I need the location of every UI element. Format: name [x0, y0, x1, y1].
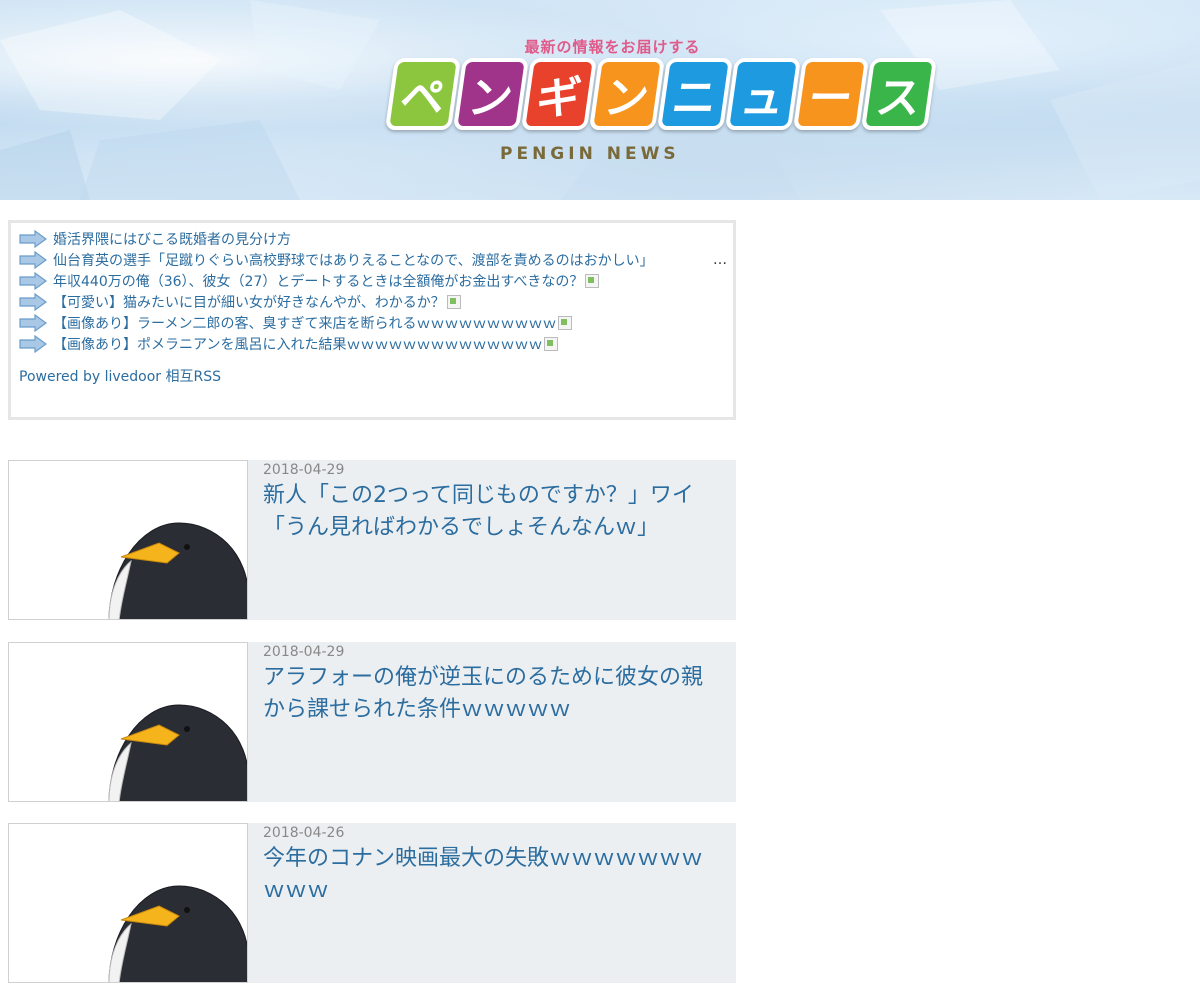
- article-info: 2018-04-26 今年のコナン映画最大の失敗ｗｗｗｗｗｗｗｗｗｗ: [248, 823, 713, 983]
- article-thumbnail[interactable]: [8, 823, 248, 983]
- rss-item: 【可愛い】猫みたいに目が細い女が好きなんやが、わかるか？: [19, 291, 733, 312]
- rss-item: 婚活界隈にはびこる既婚者の見分け方: [19, 228, 733, 249]
- logo-tagline: 最新の情報をお届けする: [524, 38, 701, 56]
- logo-kana-tile: ュ: [724, 58, 802, 130]
- logo-kana: ペンギンニュース: [384, 58, 938, 130]
- rss-item: 年収440万の俺（36）、彼女（27）とデートするときは全額俺がお金出すべきなの…: [19, 270, 733, 291]
- arrow-icon: [19, 229, 47, 248]
- article-date: 2018-04-29: [263, 462, 345, 478]
- broken-image-icon: [446, 294, 461, 309]
- article-card[interactable]: 2018-04-26 今年のコナン映画最大の失敗ｗｗｗｗｗｗｗｗｗｗ: [8, 823, 736, 983]
- rss-list: 婚活界隈にはびこる既婚者の見分け方 仙台育英の選手「足蹴りぐらい高校野球ではありえ…: [11, 223, 733, 354]
- rss-widget: 婚活界隈にはびこる既婚者の見分け方 仙台育英の選手「足蹴りぐらい高校野球ではありえ…: [8, 220, 736, 420]
- penguin-thumbnail-icon: [108, 704, 247, 801]
- article-thumbnail[interactable]: [8, 642, 248, 802]
- article-card[interactable]: 2018-04-29 新人「この2つって同じものですか？」ワイ「うん見ればわかるで…: [8, 460, 736, 620]
- rss-item-link[interactable]: 年収440万の俺（36）、彼女（27）とデートするときは全額俺がお金出すべきなの…: [53, 271, 583, 291]
- penguin-thumbnail-icon: [108, 885, 247, 982]
- article-thumbnail[interactable]: [8, 460, 248, 620]
- arrow-icon: [19, 250, 47, 269]
- rss-item-link[interactable]: 仙台育英の選手「足蹴りぐらい高校野球ではありえることなので、渡部を責めるのはおか…: [53, 250, 654, 270]
- logo-kana-tile: ギ: [520, 58, 598, 130]
- logo-kana-tile: ン: [452, 58, 530, 130]
- logo-english-text: PENGIN NEWS: [500, 144, 680, 164]
- site-header: 最新の情報をお届けする ペンギンニュース PENGIN NEWS: [0, 0, 1200, 200]
- logo-kana-tile: ペ: [384, 58, 462, 130]
- logo-kana-tile: ン: [588, 58, 666, 130]
- logo-kana-tile: ス: [860, 58, 938, 130]
- arrow-icon: [19, 334, 47, 353]
- article-info: 2018-04-29 アラフォーの俺が逆玉にのるために彼女の親から課せられた条件ｗ…: [248, 642, 713, 802]
- arrow-icon: [19, 313, 47, 332]
- rss-item-link[interactable]: 【画像あり】ラーメン二郎の客、臭すぎて来店を断られるｗｗｗｗｗｗｗｗｗｗ: [53, 313, 556, 333]
- logo-kana-tile: ー: [792, 58, 870, 130]
- rss-powered-by[interactable]: Powered by livedoor 相互RSS: [11, 354, 733, 386]
- article-title-link[interactable]: 今年のコナン映画最大の失敗ｗｗｗｗｗｗｗｗｗｗ: [263, 843, 713, 907]
- article-title-link[interactable]: アラフォーの俺が逆玉にのるために彼女の親から課せられた条件ｗｗｗｗｗ: [263, 662, 713, 726]
- article-date: 2018-04-26: [263, 825, 345, 841]
- site-logo[interactable]: 最新の情報をお届けする ペンギンニュース PENGIN NEWS: [384, 36, 938, 166]
- penguin-thumbnail-icon: [108, 522, 247, 619]
- broken-image-icon: [558, 315, 573, 330]
- arrow-icon: [19, 271, 47, 290]
- rss-item-link[interactable]: 婚活界隈にはびこる既婚者の見分け方: [53, 229, 291, 249]
- rss-item-link[interactable]: 【可愛い】猫みたいに目が細い女が好きなんやが、わかるか？: [53, 292, 445, 312]
- rss-item: 仙台育英の選手「足蹴りぐらい高校野球ではありえることなので、渡部を責めるのはおか…: [19, 249, 733, 270]
- truncation-ellipsis: …: [713, 251, 727, 268]
- article-date: 2018-04-29: [263, 644, 345, 660]
- rss-item-link[interactable]: 【画像あり】ポメラニアンを風呂に入れた結果ｗｗｗｗｗｗｗｗｗｗｗｗｗｗ: [53, 334, 542, 354]
- rss-item: 【画像あり】ラーメン二郎の客、臭すぎて来店を断られるｗｗｗｗｗｗｗｗｗｗ: [19, 312, 733, 333]
- logo-kana-tile: ニ: [656, 58, 734, 130]
- rss-item: 【画像あり】ポメラニアンを風呂に入れた結果ｗｗｗｗｗｗｗｗｗｗｗｗｗｗ: [19, 333, 733, 354]
- article-title-link[interactable]: 新人「この2つって同じものですか？」ワイ「うん見ればわかるでしょそんなんｗ」: [263, 480, 713, 544]
- arrow-icon: [19, 292, 47, 311]
- broken-image-icon: [544, 336, 559, 351]
- article-card[interactable]: 2018-04-29 アラフォーの俺が逆玉にのるために彼女の親から課せられた条件ｗ…: [8, 642, 736, 802]
- broken-image-icon: [585, 273, 600, 288]
- logo-english: PENGIN NEWS: [500, 144, 680, 164]
- article-info: 2018-04-29 新人「この2つって同じものですか？」ワイ「うん見ればわかるで…: [248, 460, 713, 620]
